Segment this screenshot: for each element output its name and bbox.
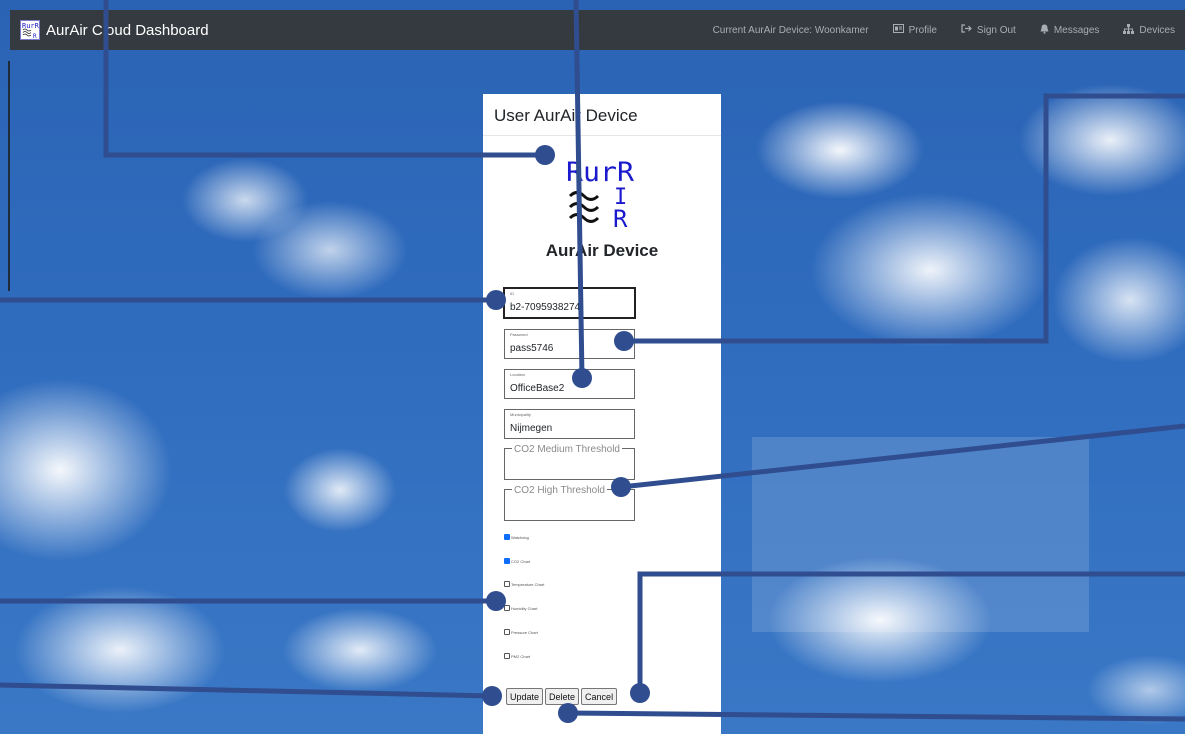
aurair-logo-icon: RurR R bbox=[20, 20, 40, 40]
nav-devices-label: Devices bbox=[1139, 24, 1175, 36]
button-group: Update Delete Cancel bbox=[506, 688, 619, 705]
municipality-value: Nijmegen bbox=[510, 423, 553, 434]
co2-chart-checkbox[interactable]: CO2 Chart bbox=[504, 558, 530, 564]
nav-devices[interactable]: Devices bbox=[1123, 23, 1175, 37]
top-navbar: RurR R AurAir Cloud Dashboard Current Au… bbox=[10, 10, 1185, 50]
co2-high-placeholder: CO2 High Threshold bbox=[512, 485, 607, 496]
temperature-chart-label: Temperature Chart bbox=[511, 581, 545, 587]
password-value: pass5746 bbox=[510, 343, 554, 354]
id-field[interactable]: ID b2-7095938274 bbox=[504, 288, 635, 318]
temperature-chart-checkbox[interactable]: Temperature Chart bbox=[504, 581, 544, 587]
bell-icon bbox=[1040, 24, 1049, 37]
watchdog-label: Watchdog bbox=[511, 534, 529, 540]
nav-messages-label: Messages bbox=[1053, 24, 1100, 36]
nav-sign-out-label: Sign Out bbox=[976, 24, 1016, 36]
municipality-label: Municipality bbox=[510, 412, 531, 417]
password-label: Password bbox=[510, 332, 528, 337]
pressure-chart-checkbox[interactable]: Pressure Chart bbox=[504, 629, 538, 635]
checkbox-unchecked-icon[interactable] bbox=[504, 629, 510, 635]
location-value: OfficeBase2 bbox=[510, 383, 565, 394]
current-device-label: Current AurAir Device: Woonkamer bbox=[713, 25, 869, 36]
nav-right: Current AurAir Device: Woonkamer Profile… bbox=[713, 23, 1185, 37]
password-field[interactable]: Password pass5746 bbox=[504, 329, 635, 359]
sign-out-icon bbox=[961, 24, 972, 36]
svg-text:RurR: RurR bbox=[566, 157, 635, 188]
checkbox-unchecked-icon[interactable] bbox=[504, 653, 510, 659]
update-button[interactable]: Update bbox=[506, 688, 544, 705]
pm2-chart-checkbox[interactable]: PM2 Chart bbox=[504, 653, 530, 659]
co2-chart-label: CO2 Chart bbox=[511, 558, 531, 564]
brand-title: AurAir Cloud Dashboard bbox=[46, 21, 209, 39]
humidity-chart-checkbox[interactable]: Humidity Chart bbox=[504, 605, 537, 611]
brand[interactable]: RurR R AurAir Cloud Dashboard bbox=[20, 20, 209, 40]
nav-sign-out[interactable]: Sign Out bbox=[961, 24, 1016, 36]
id-label: ID bbox=[510, 291, 514, 296]
location-label: Location bbox=[510, 372, 526, 377]
municipality-field[interactable]: Municipality Nijmegen bbox=[504, 409, 635, 439]
co2-medium-placeholder: CO2 Medium Threshold bbox=[512, 444, 622, 455]
card-header: User AurAir Device bbox=[483, 94, 721, 136]
background-panel bbox=[752, 437, 1089, 632]
co2-medium-threshold-input[interactable]: CO2 Medium Threshold bbox=[504, 444, 635, 480]
nav-profile[interactable]: Profile bbox=[892, 24, 937, 36]
checkbox-unchecked-icon[interactable] bbox=[504, 605, 510, 611]
svg-text:R: R bbox=[33, 33, 37, 39]
delete-button[interactable]: Delete bbox=[545, 688, 580, 705]
id-card-icon bbox=[892, 24, 904, 36]
device-card: User AurAir Device RurR I R AurAir Devic… bbox=[483, 94, 721, 734]
frame-line bbox=[0, 61, 10, 291]
checkbox-unchecked-icon[interactable] bbox=[504, 581, 510, 587]
current-device-text: Current AurAir Device: Woonkamer bbox=[712, 24, 869, 36]
humidity-chart-label: Humidity Chart bbox=[511, 605, 538, 611]
nav-profile-label: Profile bbox=[908, 24, 937, 36]
location-field[interactable]: Location OfficeBase2 bbox=[504, 369, 635, 399]
svg-text:R: R bbox=[613, 205, 628, 228]
checkbox-checked-icon[interactable] bbox=[504, 534, 510, 540]
sitemap-icon bbox=[1123, 23, 1135, 37]
cancel-button[interactable]: Cancel bbox=[581, 688, 618, 705]
id-value: b2-7095938274 bbox=[510, 302, 581, 313]
nav-messages[interactable]: Messages bbox=[1040, 24, 1100, 37]
aurair-device-logo: RurR I R bbox=[566, 156, 636, 233]
co2-high-threshold-input[interactable]: CO2 High Threshold bbox=[504, 485, 635, 521]
watchdog-checkbox[interactable]: Watchdog bbox=[504, 534, 529, 540]
pressure-chart-label: Pressure Chart bbox=[511, 629, 538, 635]
pm2-chart-label: PM2 Chart bbox=[511, 653, 531, 659]
device-title: AurAir Device bbox=[545, 241, 659, 260]
checkbox-checked-icon[interactable] bbox=[504, 558, 510, 564]
